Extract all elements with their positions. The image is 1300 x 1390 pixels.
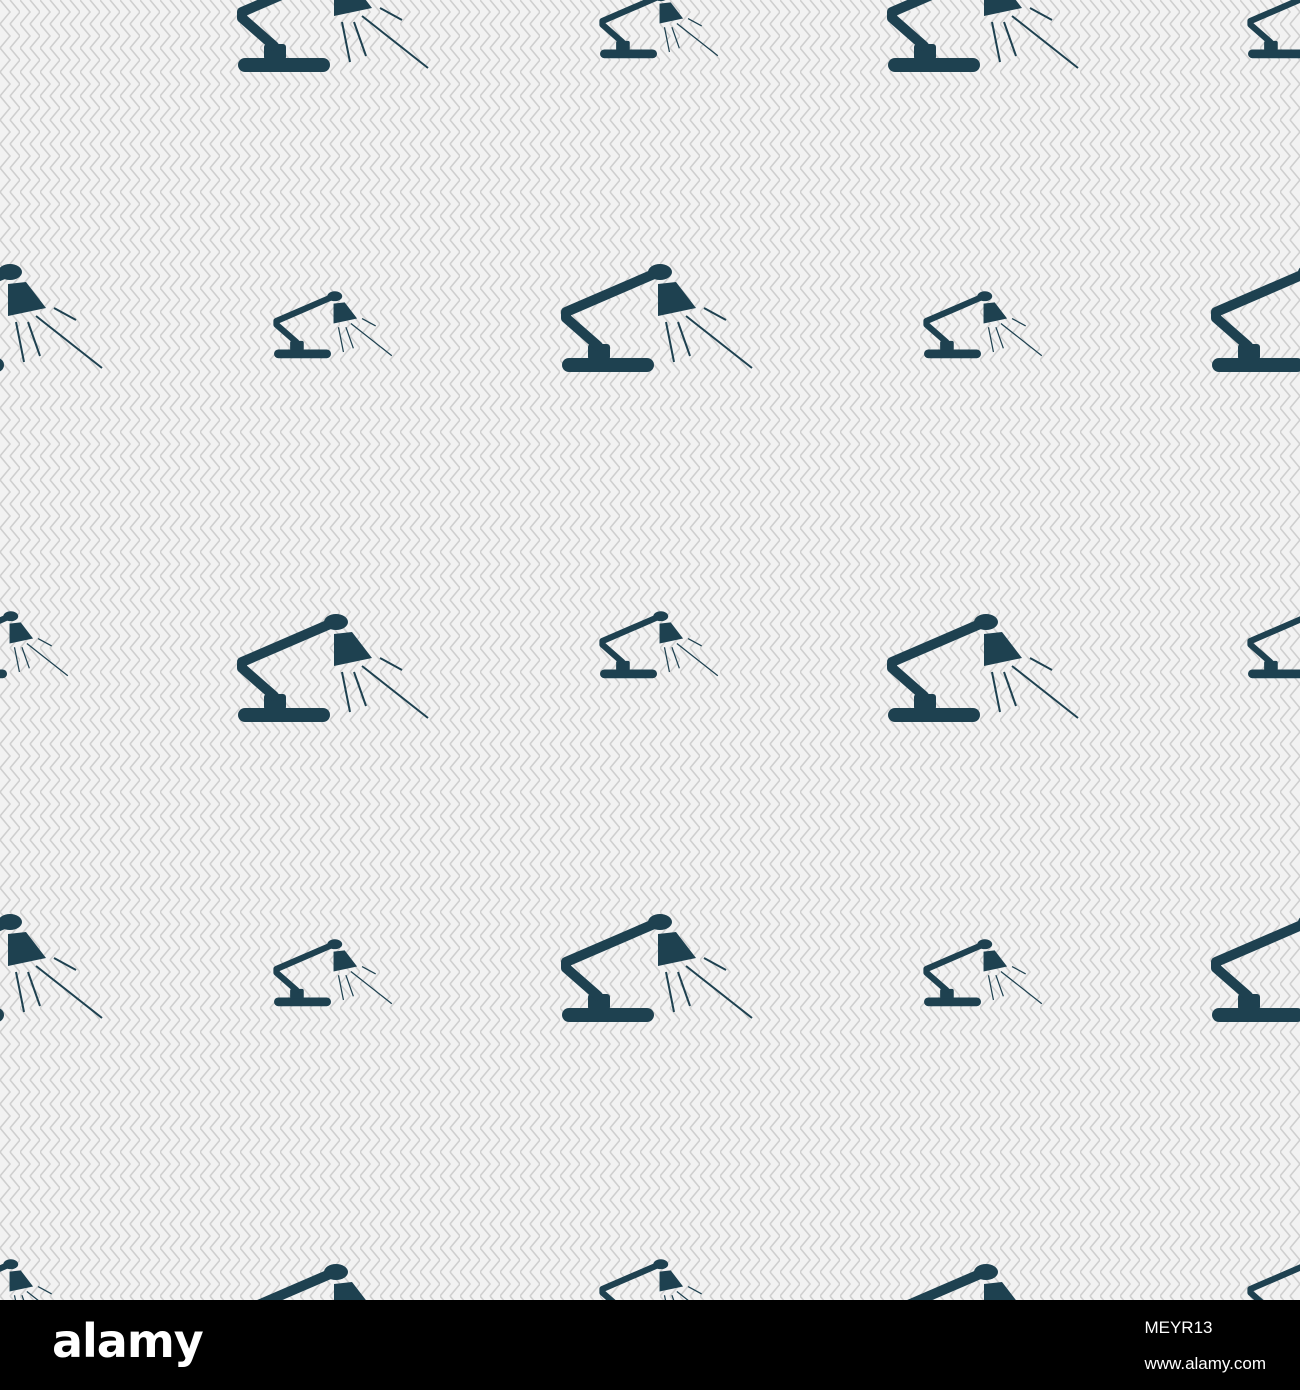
desk-lamp-icon (600, 0, 718, 58)
desk-lamp-icon (238, 614, 428, 722)
desk-lamp-icon (562, 914, 752, 1022)
desk-lamp-icon (0, 1259, 68, 1300)
desk-lamp-icon (274, 291, 392, 358)
desk-lamp-icon (888, 0, 1078, 72)
desk-lamp-icon (0, 611, 68, 678)
desk-lamp-icon (562, 264, 752, 372)
desk-lamp-icon (1212, 914, 1300, 1022)
desk-lamp-icon (274, 939, 392, 1006)
desk-lamp-icon (600, 1259, 718, 1300)
desk-lamp-icon (1212, 264, 1300, 372)
seamless-pattern (0, 0, 1300, 1300)
watermark-footer: alamy MEYR13 www.alamy.com (0, 1300, 1300, 1390)
desk-lamp-icon (0, 914, 102, 1022)
desk-lamp-icon (238, 0, 428, 72)
desk-lamp-icon (1248, 1259, 1300, 1300)
desk-lamp-icon (1248, 611, 1300, 678)
desk-lamp-icon (238, 1264, 428, 1300)
image-id-code: MEYR13 (1144, 1318, 1213, 1337)
desk-lamp-icon (924, 939, 1042, 1006)
desk-lamp-icon (924, 291, 1042, 358)
desk-lamp-icon (888, 1264, 1078, 1300)
image-id-block: MEYR13 www.alamy.com (1144, 1310, 1266, 1382)
desk-lamp-icon (0, 264, 102, 372)
website-url: www.alamy.com (1144, 1354, 1266, 1373)
desk-lamp-icon (1248, 0, 1300, 58)
alamy-logo: alamy (52, 1314, 204, 1368)
lamp-layer (0, 0, 1300, 1300)
desk-lamp-icon (888, 614, 1078, 722)
desk-lamp-icon (600, 611, 718, 678)
